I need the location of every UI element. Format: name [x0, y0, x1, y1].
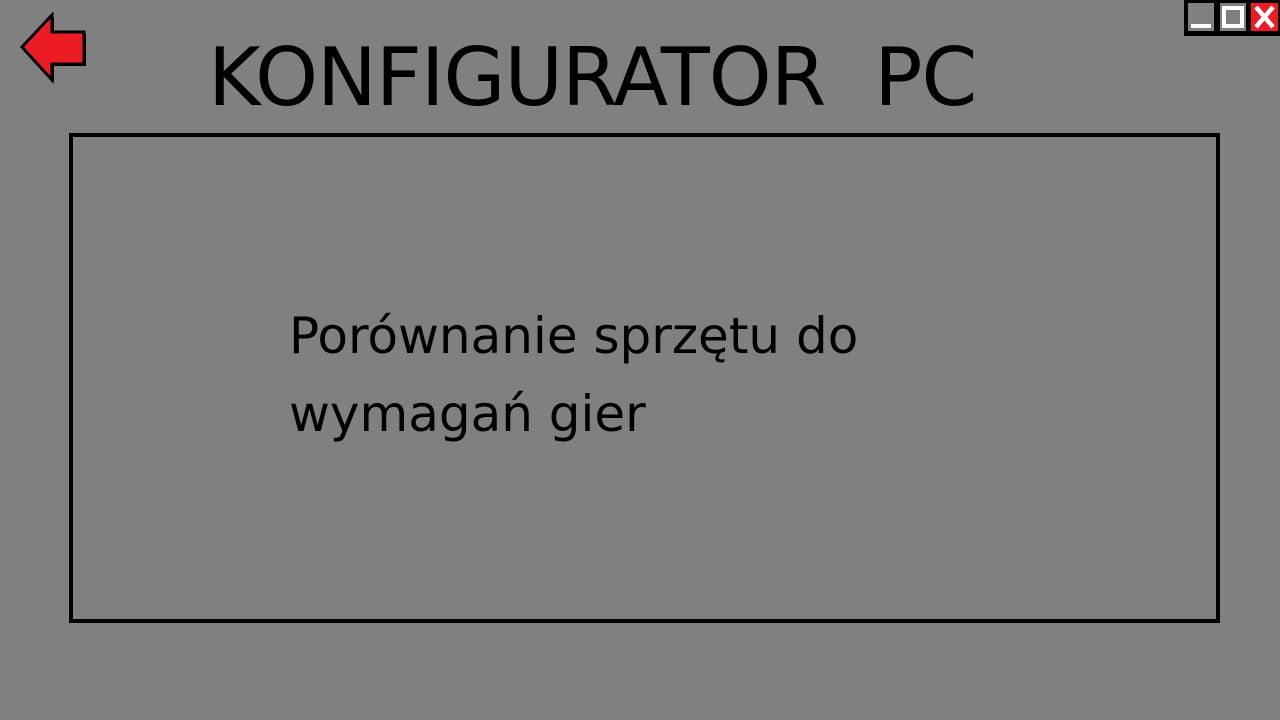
- close-icon: [1251, 3, 1278, 31]
- back-button[interactable]: [18, 12, 88, 84]
- minimize-button[interactable]: [1188, 3, 1214, 31]
- window-controls: [1184, 0, 1280, 36]
- maximize-button[interactable]: [1220, 3, 1246, 31]
- arrow-left-icon: [18, 12, 88, 84]
- app-screen: KONFIGURATOR PC Porównanie sprzętu do wy…: [0, 0, 1280, 720]
- page-title: KONFIGURATOR PC: [208, 31, 977, 124]
- minimize-icon: [1188, 3, 1214, 31]
- option-label: Porównanie sprzętu do wymagań gier: [289, 307, 859, 443]
- maximize-icon: [1220, 3, 1246, 31]
- hardware-comparison-option[interactable]: Porównanie sprzętu do wymagań gier: [69, 133, 1220, 623]
- close-button[interactable]: [1251, 3, 1278, 31]
